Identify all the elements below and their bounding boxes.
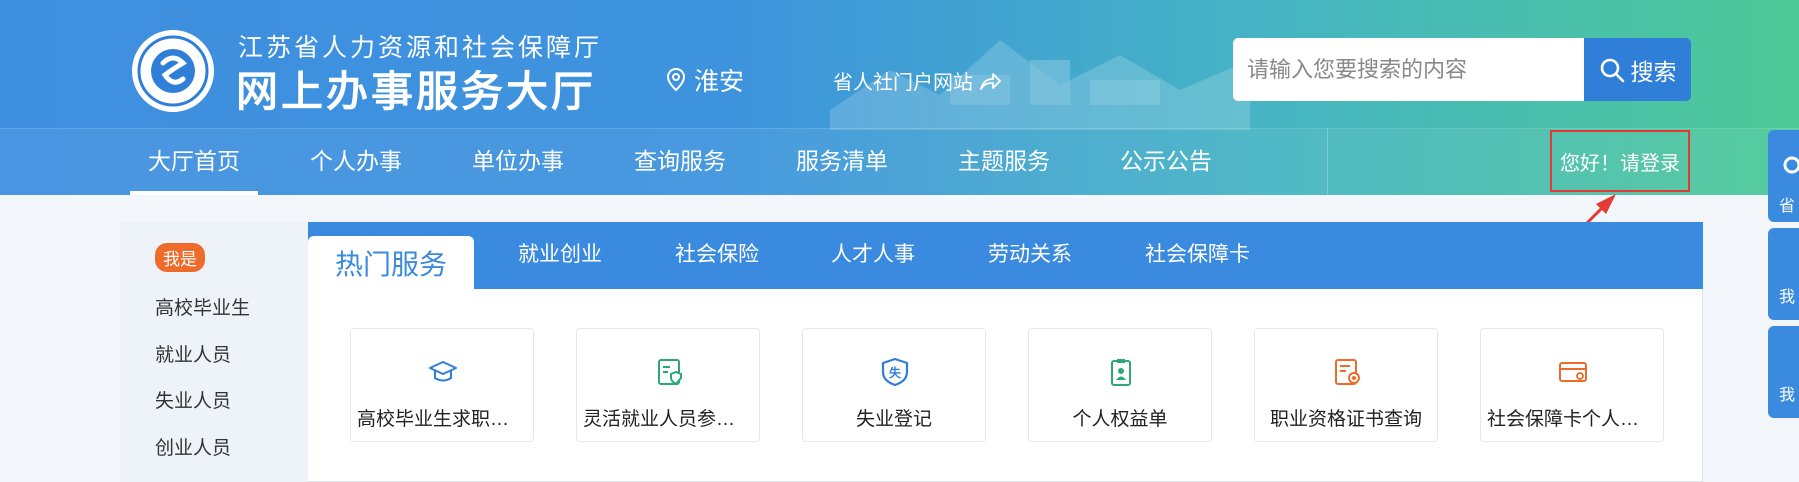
float-label-3: 我 xyxy=(1779,387,1796,404)
tab-talent[interactable]: 人才人事 xyxy=(831,238,915,268)
service-label: 个人权益单 xyxy=(1072,409,1168,430)
service-personal-rights[interactable]: 个人权益单 xyxy=(1028,328,1212,442)
province-logo-icon xyxy=(1783,156,1799,174)
certificate-icon xyxy=(1335,359,1360,385)
float-label-2: 我 xyxy=(1779,289,1796,306)
nav-organization[interactable]: 单位办事 xyxy=(454,128,582,195)
search-input[interactable] xyxy=(1233,38,1584,101)
portal-link-label: 省人社门户网站 xyxy=(833,72,973,94)
search-button-label: 搜索 xyxy=(1630,58,1677,85)
nav-topics[interactable]: 主题服务 xyxy=(940,128,1068,195)
location-label: 淮安 xyxy=(694,68,745,96)
nav-personal[interactable]: 个人办事 xyxy=(292,128,420,195)
clipboard-person-icon xyxy=(1111,359,1131,386)
login-link[interactable]: 您好！请登录 xyxy=(1550,130,1690,192)
service-label: 职业资格证书查询 xyxy=(1269,409,1422,430)
tab-social-security-card[interactable]: 社会保障卡 xyxy=(1145,238,1250,268)
graduation-cap-icon xyxy=(429,361,457,382)
main-nav: 大厅首页 个人办事 单位办事 查询服务 服务清单 主题服务 公示公告 xyxy=(130,128,1264,195)
nav-home[interactable]: 大厅首页 xyxy=(130,128,258,195)
svg-text:失: 失 xyxy=(889,365,902,380)
nav-service-list[interactable]: 服务清单 xyxy=(778,128,906,195)
service-flexible-insurance[interactable]: 灵活就业人员参保… xyxy=(576,328,760,442)
search-button[interactable]: 搜索 xyxy=(1584,38,1691,101)
service-ssc-first-activation[interactable]: 社会保障卡个人首… xyxy=(1480,328,1664,442)
identity-badge: 我是 xyxy=(155,243,205,272)
scenery-illustration xyxy=(830,40,1250,130)
logo-icon[interactable] xyxy=(132,30,214,112)
service-label: 社会保障卡个人首… xyxy=(1487,409,1659,430)
service-unemployment-registration[interactable]: 失 失业登记 xyxy=(802,328,986,442)
bank-card-icon xyxy=(1559,362,1587,382)
service-qualification-query[interactable]: 职业资格证书查询 xyxy=(1254,328,1438,442)
nav-divider xyxy=(1327,128,1328,195)
tab-labor-relations[interactable]: 劳动关系 xyxy=(988,238,1072,268)
sidebar-item-entrepreneurs[interactable]: 创业人员 xyxy=(155,433,231,460)
sidebar-item-employed[interactable]: 就业人员 xyxy=(155,340,231,367)
nav-announcements[interactable]: 公示公告 xyxy=(1102,128,1230,195)
location-selector[interactable]: 淮安 xyxy=(666,62,744,98)
search-icon xyxy=(1600,58,1624,82)
search-bar: 搜索 xyxy=(1233,38,1691,101)
id-card-shield-icon xyxy=(658,359,682,386)
float-label-province: 省 xyxy=(1779,198,1796,215)
sidebar-item-graduates[interactable]: 高校毕业生 xyxy=(155,293,250,320)
tab-employment[interactable]: 就业创业 xyxy=(518,238,602,268)
tab-hot-services[interactable]: 热门服务 xyxy=(308,236,474,289)
tab-social-insurance[interactable]: 社会保险 xyxy=(675,238,759,268)
nav-query[interactable]: 查询服务 xyxy=(616,128,744,195)
sidebar-item-unemployed[interactable]: 失业人员 xyxy=(155,386,231,413)
unemployment-shield-icon: 失 xyxy=(881,357,909,387)
portal-link[interactable]: 省人社门户网站 xyxy=(833,66,1001,95)
service-label: 高校毕业生求职登记 xyxy=(357,409,529,430)
site-title: 网上办事服务大厅 xyxy=(236,68,597,115)
service-label: 失业登记 xyxy=(855,409,932,430)
service-graduate-registration[interactable]: 高校毕业生求职登记 xyxy=(350,328,534,442)
share-icon xyxy=(980,72,1001,90)
location-pin-icon xyxy=(666,68,686,92)
service-label: 灵活就业人员参保… xyxy=(583,409,755,430)
